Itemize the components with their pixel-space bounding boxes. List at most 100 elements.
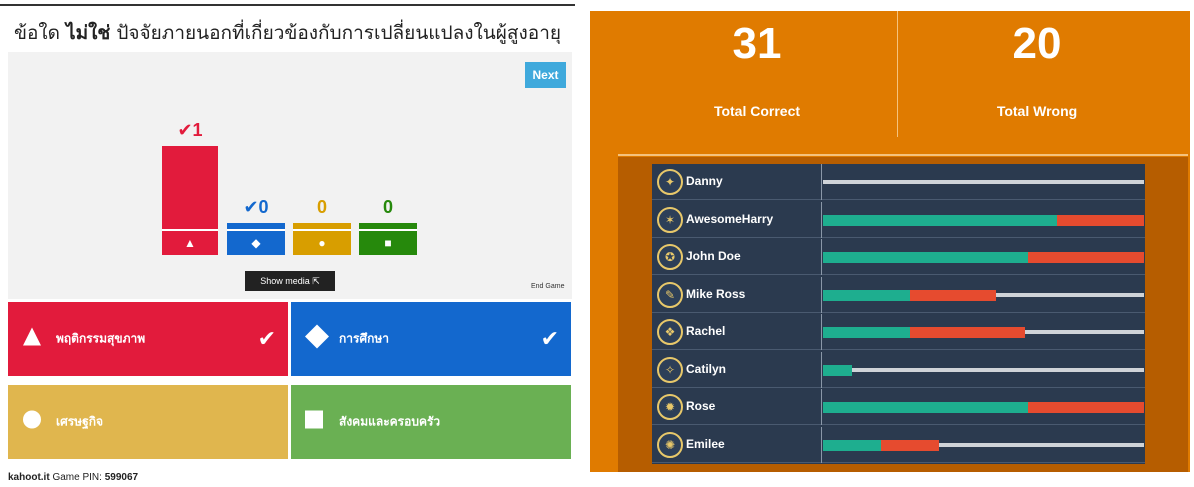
wrong-bar bbox=[1028, 252, 1144, 263]
player-cell: ✎ Mike Ross bbox=[652, 276, 822, 313]
progress-track bbox=[823, 180, 1144, 184]
player-leaderboard: ✦ Danny ✶ AwesomeHarry ✪ John Doe ✎ Mike Ross ❖ R… bbox=[652, 164, 1145, 464]
leaderboard-row: ✎ Mike Ross bbox=[652, 276, 1145, 313]
leaderboard-row: ✹ Rose bbox=[652, 389, 1145, 425]
game-pin: 599067 bbox=[104, 472, 139, 483]
next-button[interactable]: Next bbox=[525, 62, 566, 88]
correct-bar bbox=[823, 439, 881, 451]
results-summary-panel: 31 Total Correct 20 Total Wrong ✦ Danny ✶ A… bbox=[590, 11, 1190, 472]
player-name: Mike Ross bbox=[686, 286, 746, 301]
result-bar: ◆ bbox=[227, 223, 285, 255]
total-correct-label: Total Correct bbox=[713, 103, 801, 119]
result-bar-shape-icon: ◆ bbox=[251, 236, 261, 250]
player-name: Rose bbox=[686, 399, 716, 413]
total-correct-stat: 31 Total Correct bbox=[618, 11, 896, 137]
lion-icon: ✪ bbox=[657, 244, 683, 270]
player-name: AwesomeHarry bbox=[686, 211, 774, 226]
wrong-bar bbox=[1057, 214, 1144, 226]
circle-icon bbox=[22, 410, 42, 435]
triangle-icon bbox=[22, 327, 42, 352]
result-bar-band: ◆ bbox=[227, 229, 285, 255]
total-wrong-stat: 20 Total Wrong bbox=[898, 11, 1176, 137]
result-bar-count: 0 bbox=[316, 197, 327, 217]
answer-label: พฤติกรรมสุขภาพ bbox=[56, 331, 146, 346]
result-bar-count: 0 bbox=[382, 197, 393, 217]
fox-tail-icon: ✺ bbox=[657, 431, 683, 458]
leaderboard-row: ✪ John Doe bbox=[652, 239, 1145, 275]
result-bar: ■ bbox=[359, 223, 417, 255]
result-bar-band: ▲ bbox=[162, 229, 218, 255]
leaderboard-row: ✦ Danny bbox=[652, 164, 1145, 200]
top-divider bbox=[0, 4, 575, 6]
feather-icon: ✎ bbox=[657, 281, 683, 308]
result-bar-shape-icon: ■ bbox=[384, 236, 392, 250]
progress-track bbox=[823, 367, 1144, 372]
question-suffix: ปัจจัยภายนอกที่เกี่ยวข้องกับการเปลี่ยนแป… bbox=[110, 22, 562, 44]
owl-icon: ❖ bbox=[657, 319, 683, 345]
result-bar-band: ■ bbox=[359, 229, 417, 255]
result-bar: ▲ bbox=[162, 146, 218, 255]
answer-tile-2[interactable]: การศึกษา ✔ bbox=[291, 302, 571, 376]
player-name: Emilee bbox=[686, 436, 725, 451]
correct-bar bbox=[823, 364, 852, 376]
correct-bar bbox=[823, 402, 1029, 413]
result-bar: ● bbox=[293, 223, 351, 255]
leaderboard-row: ✶ AwesomeHarry bbox=[652, 201, 1145, 238]
end-game-button[interactable]: End Game bbox=[531, 283, 564, 290]
correct-bar bbox=[823, 289, 910, 301]
wrong-bar bbox=[909, 327, 1026, 338]
leaderboard-row: ✧ Catilyn bbox=[652, 351, 1145, 388]
result-bar-band: ● bbox=[293, 229, 351, 255]
fox-icon: ✹ bbox=[657, 394, 683, 420]
answer-tile-4[interactable]: สังคมและครอบครัว bbox=[291, 385, 571, 459]
show-media-button[interactable]: Show media ⇱ bbox=[245, 271, 335, 291]
question-title: ข้อใด ไม่ใช่ ปัจจัยภายนอกที่เกี่ยวข้องกั… bbox=[0, 18, 575, 48]
player-name: Rachel bbox=[686, 324, 726, 338]
result-bar-shape-icon: ● bbox=[318, 236, 326, 250]
check-icon: ✔ bbox=[257, 326, 276, 351]
total-wrong-value: 20 bbox=[1012, 19, 1062, 68]
eagle-icon: ✶ bbox=[657, 206, 683, 233]
pin-label: Game PIN: bbox=[52, 472, 105, 483]
correct-bar bbox=[823, 252, 1029, 263]
answer-results-chart bbox=[8, 52, 572, 299]
answer-label: สังคมและครอบครัว bbox=[339, 414, 441, 429]
total-wrong-label: Total Wrong bbox=[996, 103, 1078, 119]
answer-tile-3[interactable]: เศรษฐกิจ bbox=[8, 385, 288, 459]
site-name: kahoot.it bbox=[8, 472, 50, 483]
leaderboard-row: ❖ Rachel bbox=[652, 314, 1145, 350]
wrong-bar bbox=[1028, 402, 1144, 413]
square-icon bbox=[305, 410, 323, 434]
result-bar-shape-icon: ▲ bbox=[184, 236, 196, 250]
bird-icon: ✧ bbox=[657, 356, 683, 383]
player-cell: ❖ Rachel bbox=[652, 314, 822, 350]
player-cell: ✦ Danny bbox=[652, 164, 822, 200]
leaderboard-row: ✺ Emilee bbox=[652, 426, 1145, 463]
answer-label: การศึกษา bbox=[339, 331, 389, 346]
player-cell: ✪ John Doe bbox=[652, 239, 822, 275]
result-bar-count: ✔0 bbox=[243, 197, 269, 217]
total-correct-value: 31 bbox=[732, 19, 782, 68]
check-icon: ✔ bbox=[540, 326, 559, 351]
player-cell: ✧ Catilyn bbox=[652, 351, 822, 388]
player-cell: ✹ Rose bbox=[652, 389, 822, 425]
kahoot-question-panel: ข้อใด ไม่ใช่ ปัจจัยภายนอกที่เกี่ยวข้องกั… bbox=[0, 0, 580, 487]
question-emphasis: ไม่ใช่ bbox=[66, 22, 111, 44]
correct-bar bbox=[823, 214, 1058, 226]
game-footer: kahoot.it Game PIN: 599067 bbox=[8, 472, 138, 483]
section-divider bbox=[618, 154, 1188, 156]
player-cell: ✶ AwesomeHarry bbox=[652, 201, 822, 238]
player-cell: ✺ Emilee bbox=[652, 426, 822, 463]
answer-label: เศรษฐกิจ bbox=[56, 414, 103, 429]
dragon-icon: ✦ bbox=[657, 169, 683, 195]
wrong-bar bbox=[909, 289, 997, 301]
question-prefix: ข้อใด bbox=[13, 22, 67, 44]
player-name: Catilyn bbox=[686, 361, 727, 376]
diamond-icon bbox=[305, 324, 329, 354]
answer-tile-1[interactable]: พฤติกรรมสุขภาพ ✔ bbox=[8, 302, 288, 376]
result-bar-count: ✔1 bbox=[177, 120, 203, 140]
wrong-bar bbox=[880, 439, 939, 451]
player-name: John Doe bbox=[686, 249, 741, 263]
player-name: Danny bbox=[686, 174, 723, 188]
correct-bar bbox=[823, 327, 910, 338]
